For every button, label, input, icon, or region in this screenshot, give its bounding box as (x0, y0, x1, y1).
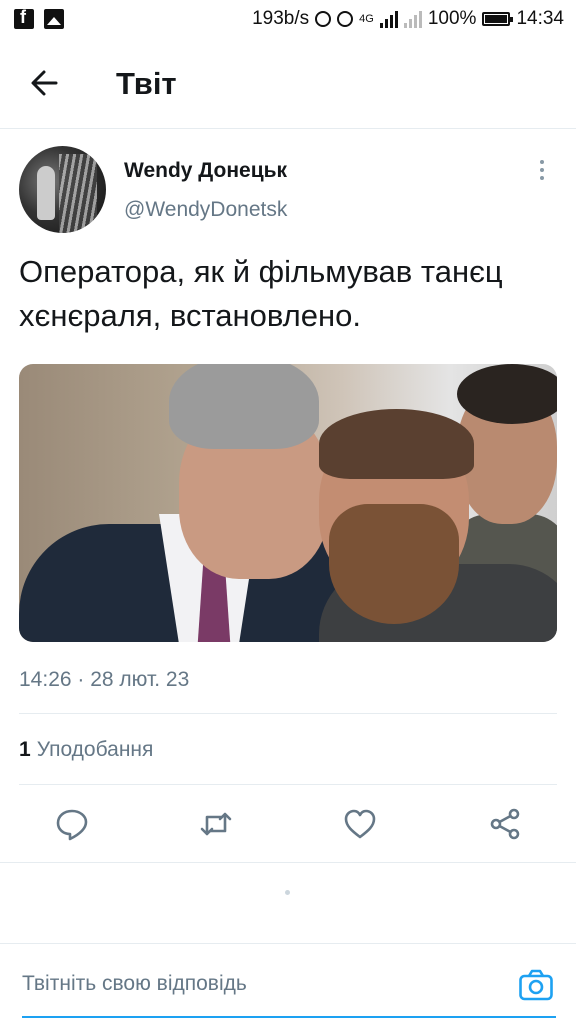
clock: 14:34 (516, 8, 564, 29)
loading-dot (285, 890, 290, 895)
reply-underline (22, 1016, 556, 1018)
camera-icon (519, 969, 553, 1001)
status-notifications (14, 7, 64, 29)
divider (19, 713, 557, 714)
status-indicators: 193b/s 4G 100% 14:34 (252, 8, 564, 30)
author-handle[interactable]: @WendyDonetsk (124, 198, 287, 222)
divider (19, 784, 557, 785)
battery-icon (482, 12, 514, 26)
retweet-button[interactable] (198, 806, 234, 842)
tweet-timestamp: 14:26 · 28 лют. 23 (19, 668, 190, 691)
likes-count: 1 (19, 738, 31, 761)
network-speed: 193b/s (252, 8, 310, 29)
likes-summary[interactable]: 1 Уподобання (19, 738, 153, 762)
back-button[interactable] (26, 66, 66, 100)
arrow-left-icon (31, 70, 58, 96)
reply-input[interactable]: Твітніть свою відповідь (22, 972, 247, 996)
tweet-photo[interactable] (19, 364, 557, 642)
like-icon (344, 809, 376, 839)
reply-button[interactable] (54, 806, 90, 842)
header: Твіт (0, 38, 576, 129)
signal-icon (379, 10, 398, 28)
likes-label: Уподобання (36, 738, 154, 761)
avatar[interactable] (19, 146, 106, 233)
like-button[interactable] (342, 806, 378, 842)
more-options-button[interactable] (532, 160, 552, 186)
reply-icon (56, 809, 88, 841)
share-button[interactable] (487, 806, 523, 842)
divider (0, 862, 576, 863)
facebook-icon (14, 7, 34, 29)
signal-2-icon (403, 10, 422, 28)
more-vertical-icon (540, 160, 544, 164)
network-type: 4G (359, 13, 374, 25)
tweet-actions (0, 800, 576, 850)
hotspot-icon (315, 11, 332, 27)
gallery-icon (44, 9, 64, 29)
author-name[interactable]: Wendy Донецьк (124, 159, 287, 183)
camera-button[interactable] (518, 968, 554, 1002)
page-title: Твіт (116, 66, 177, 101)
share-icon (490, 808, 520, 840)
retweet-icon (200, 812, 232, 836)
battery-percent: 100% (427, 8, 477, 29)
tweet-text: Оператора, як й фільмував танєц хєнєраля… (19, 254, 503, 333)
alarm-icon (337, 11, 354, 27)
status-bar: 193b/s 4G 100% 14:34 (0, 0, 576, 38)
reply-bar: Твітніть свою відповідь (0, 943, 576, 1025)
